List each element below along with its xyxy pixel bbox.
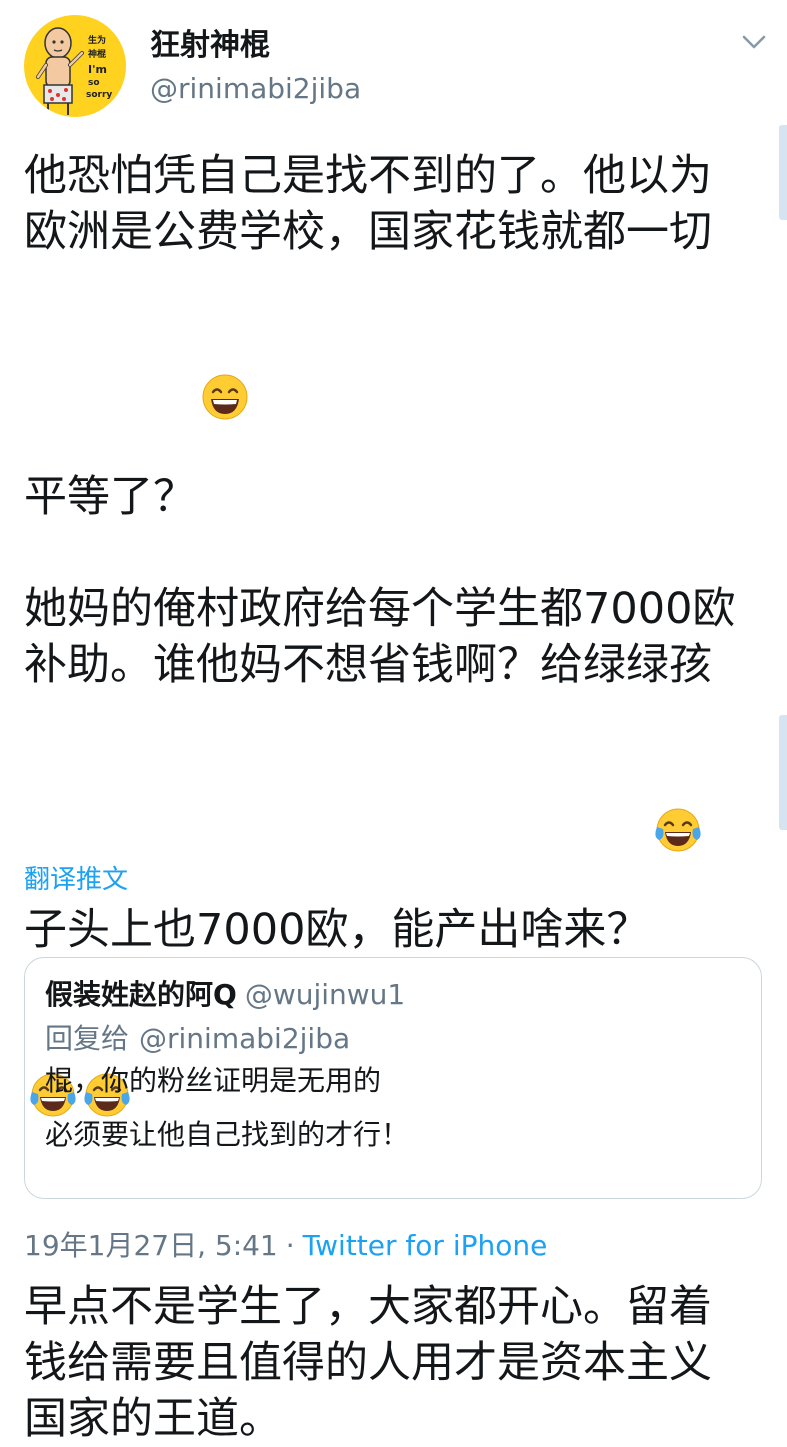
author-handle[interactable]: @rinimabi2jiba (150, 70, 361, 108)
tweet-source-link[interactable]: Twitter for iPhone (303, 1229, 548, 1262)
quoted-handle: @wujinwu1 (244, 978, 406, 1011)
avatar-illustration: 生为 神棍 I'm so sorry (36, 27, 112, 115)
grinning-face-icon (200, 260, 250, 420)
svg-text:神棍: 神棍 (88, 48, 106, 60)
scroll-indicator-top (779, 125, 787, 220)
reply-prefix: 回复给 (45, 1022, 130, 1055)
tweet-paragraph-text: 她妈的俺村政府给每个学生都7000欧补助。谁他妈不想省钱啊？给绿绿孩子头上也70… (24, 584, 736, 955)
svg-text:sorry: sorry (86, 90, 112, 100)
avatar[interactable]: 生为 神棍 I'm so sorry (24, 15, 126, 117)
translate-tweet-link[interactable]: 翻译推文 (24, 862, 128, 898)
meta-separator: · (285, 1229, 295, 1262)
tweet-meta: 19年1月27日, 5:41 · Twitter for iPhone (24, 1227, 547, 1265)
quoted-tweet-header: 假装姓赵的阿Q @wujinwu1 (45, 976, 405, 1018)
tweet-paragraph-text: 早点不是学生了，大家都开心。留着钱给需要且值得的人用才是资本主义国家的王道。 (24, 1282, 712, 1444)
svg-text:I'm: I'm (88, 63, 107, 76)
quoted-tweet-text-line: 棍，你的粉丝证明是无用的 (45, 1064, 382, 1097)
quoted-tweet-text-line: 必须要让他自己找到的才行！ (45, 1118, 410, 1151)
quoted-reply-context: 回复给 @rinimabi2jiba (45, 1020, 350, 1058)
tweet-paragraph: 他恐怕凭自己是找不到的了。他以为欧洲是公费学校，国家花钱就都一切平等了？ (24, 148, 749, 525)
author-display-name[interactable]: 狂射神棍 (150, 26, 270, 66)
svg-text:so: so (88, 78, 100, 88)
quoted-display-name: 假装姓赵的阿Q (45, 978, 237, 1011)
tweet-paragraph: 早点不是学生了，大家都开心。留着钱给需要且值得的人用才是资本主义国家的王道。 (24, 1279, 749, 1447)
reply-to-handle[interactable]: @rinimabi2jiba (139, 1022, 350, 1055)
quoted-tweet-card[interactable]: 假装姓赵的阿Q @wujinwu1 回复给 @rinimabi2jiba 棍，你的粉… (24, 957, 762, 1199)
tweet-timestamp[interactable]: 19年1月27日, 5:41 (24, 1229, 278, 1262)
tears-of-joy-icon (653, 693, 703, 852)
tweet-paragraph-text: 他恐怕凭自己是找不到的了。他以为欧洲是公费学校，国家花钱就都一切平等了？ (24, 151, 712, 522)
svg-text:生为: 生为 (88, 34, 106, 46)
chevron-down-icon[interactable] (740, 32, 768, 52)
scroll-indicator-bottom (779, 715, 787, 830)
